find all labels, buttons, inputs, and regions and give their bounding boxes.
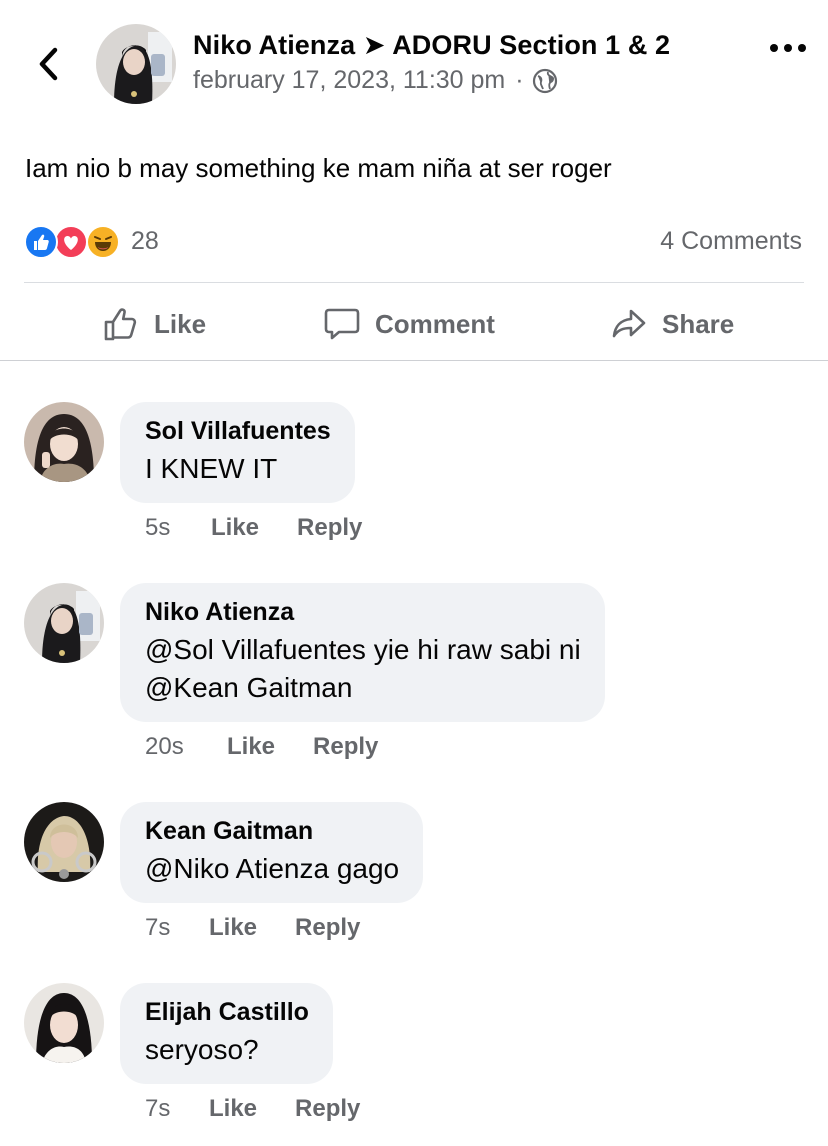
- comment-meta: 7s Like Reply: [145, 914, 360, 942]
- more-dot-icon: [770, 44, 778, 52]
- commenter-name[interactable]: Sol Villafuentes: [145, 416, 331, 446]
- more-options-button[interactable]: [770, 38, 806, 58]
- divider: [24, 282, 804, 283]
- share-label: Share: [662, 308, 735, 339]
- comment-text-line: @Sol Villafuentes yie hi raw sabi ni: [145, 634, 581, 665]
- comment-button[interactable]: Comment: [323, 290, 495, 358]
- comment-text: seryoso?: [145, 1034, 259, 1065]
- post-date[interactable]: february 17, 2023, 11:30 pm: [193, 66, 505, 95]
- comment-reply-button[interactable]: Reply: [295, 914, 360, 942]
- back-button[interactable]: [28, 42, 68, 86]
- more-dot-icon: [798, 44, 806, 52]
- reactions-summary: 28 4 Comments: [24, 222, 804, 262]
- share-arrow: ➤: [362, 30, 386, 60]
- thumbs-up-icon: [104, 308, 137, 341]
- meta-separator: ·: [515, 66, 524, 94]
- commenter-name[interactable]: Niko Atienza: [145, 597, 581, 627]
- comment-bubble: Kean Gaitman @Niko Atienza gago: [120, 802, 424, 903]
- comment-label: Comment: [375, 308, 495, 339]
- reaction-icons[interactable]: [24, 225, 124, 259]
- comment-reply-button[interactable]: Reply: [297, 514, 362, 542]
- post-actions: Like Comment Share: [0, 290, 828, 358]
- comment-meta: 20s Like Reply: [145, 733, 378, 761]
- comment-time[interactable]: 7s: [145, 914, 209, 942]
- reaction-count[interactable]: 28: [131, 227, 159, 256]
- commenter-name[interactable]: Elijah Castillo: [145, 997, 309, 1027]
- post-title: Niko Atienza ➤ ADORU Section 1 & 2: [193, 30, 670, 61]
- commenter-name[interactable]: Kean Gaitman: [145, 816, 399, 846]
- more-dot-icon: [784, 44, 792, 52]
- comment-text: I KNEW IT: [145, 453, 278, 484]
- commenter-avatar[interactable]: [24, 583, 104, 663]
- commenter-avatar[interactable]: [24, 983, 104, 1063]
- comment-like-button[interactable]: Like: [209, 1095, 257, 1123]
- comment-time[interactable]: 7s: [145, 1095, 209, 1123]
- comment-like-button[interactable]: Like: [209, 914, 257, 942]
- post-meta: february 17, 2023, 11:30 pm ·: [193, 66, 558, 95]
- haha-reaction-icon: [86, 225, 120, 259]
- comment-meta: 7s Like Reply: [145, 1095, 360, 1123]
- comment-icon: [324, 308, 360, 340]
- comment-text: @Sol Villafuentes yie hi raw sabi ni @Ke…: [145, 631, 581, 707]
- comment-meta: 5s Like Reply: [145, 514, 362, 542]
- comment-bubble: Sol Villafuentes I KNEW IT: [120, 402, 355, 503]
- share-icon: [612, 309, 646, 338]
- author-avatar[interactable]: [96, 24, 176, 104]
- post-header: Niko Atienza ➤ ADORU Section 1 & 2 febru…: [0, 0, 828, 110]
- like-button[interactable]: Like: [102, 290, 206, 358]
- comments-count[interactable]: 4 Comments: [660, 227, 802, 256]
- comment-bubble: Niko Atienza @Sol Villafuentes yie hi ra…: [120, 583, 605, 722]
- chevron-left-icon: [39, 47, 58, 81]
- author-name[interactable]: Niko Atienza: [193, 30, 355, 60]
- comment-reply-button[interactable]: Reply: [313, 733, 378, 761]
- comment-reply-button[interactable]: Reply: [295, 1095, 360, 1123]
- commenter-avatar[interactable]: [24, 402, 104, 482]
- post-text: Iam nio b may something ke mam niña at s…: [25, 153, 612, 183]
- commenter-avatar[interactable]: [24, 802, 104, 882]
- comment-like-button[interactable]: Like: [211, 514, 259, 542]
- comment-text: @Niko Atienza gago: [145, 853, 400, 884]
- love-reaction-icon: [54, 225, 88, 259]
- like-reaction-icon: [24, 225, 58, 259]
- share-button[interactable]: Share: [610, 290, 734, 358]
- comment-time[interactable]: 5s: [145, 514, 211, 542]
- divider: [0, 360, 828, 361]
- comment-bubble: Elijah Castillo seryoso?: [120, 983, 333, 1084]
- group-name[interactable]: ADORU Section 1 & 2: [392, 30, 670, 60]
- comment-time[interactable]: 20s: [145, 733, 227, 761]
- comment-like-button[interactable]: Like: [227, 733, 275, 761]
- globe-icon: [532, 68, 557, 93]
- comment-text-line: @Kean Gaitman: [145, 672, 353, 703]
- like-label: Like: [154, 308, 207, 339]
